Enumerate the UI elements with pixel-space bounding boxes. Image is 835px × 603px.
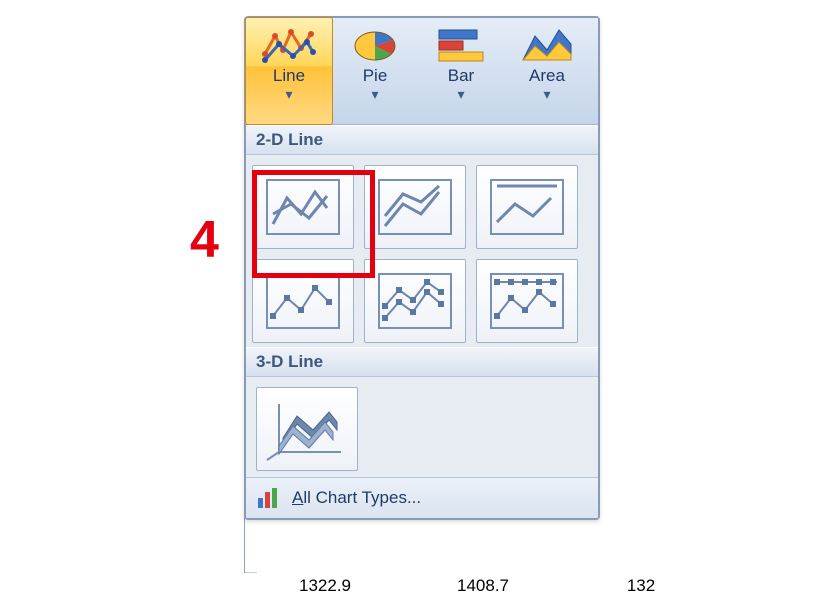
line-chart-icon — [261, 24, 317, 64]
ribbon-label: Line — [273, 66, 305, 86]
dropdown-arrow-icon: ▾ — [457, 86, 464, 103]
ribbon-button-pie[interactable]: Pie ▾ — [332, 18, 418, 124]
section-header-3d-line: 3-D Line — [246, 347, 598, 377]
chart-option-3d-line[interactable] — [256, 387, 358, 471]
ribbon-button-area[interactable]: Area ▾ — [504, 18, 590, 124]
chart-option-stacked-line-markers[interactable] — [364, 259, 466, 343]
chart-option-line-markers[interactable] — [252, 259, 354, 343]
spreadsheet-cells-peek: 1322.9 1408.7 132 — [250, 576, 716, 596]
line-2d-grid — [246, 155, 598, 347]
all-chart-types-label: All Chart Types... — [292, 488, 421, 508]
bar-chart-icon — [433, 24, 489, 64]
area-chart-icon — [519, 24, 575, 64]
ribbon-label: Pie — [363, 66, 388, 86]
ribbon-chart-type-row: Line ▾ Pie ▾ Bar ▾ — [246, 18, 598, 125]
ribbon-button-line[interactable]: Line ▾ — [245, 17, 333, 125]
chart-option-stacked-line[interactable] — [364, 165, 466, 249]
dropdown-arrow-icon: ▾ — [371, 86, 378, 103]
dropdown-arrow-icon: ▾ — [285, 86, 292, 103]
section-header-2d-line: 2-D Line — [246, 125, 598, 155]
ribbon-button-bar[interactable]: Bar ▾ — [418, 18, 504, 124]
ribbon-label: Area — [529, 66, 565, 86]
chart-dropdown-gallery: Line ▾ Pie ▾ Bar ▾ — [244, 16, 600, 520]
chart-option-line[interactable] — [252, 165, 354, 249]
all-chart-types-row[interactable]: All Chart Types... — [246, 477, 598, 518]
annotation-step-number: 4 — [190, 210, 219, 270]
ribbon-label: Bar — [448, 66, 474, 86]
chart-option-100pct-stacked-line[interactable] — [476, 165, 578, 249]
dropdown-arrow-icon: ▾ — [543, 86, 550, 103]
pie-chart-icon — [347, 24, 403, 64]
chart-option-100pct-stacked-line-markers[interactable] — [476, 259, 578, 343]
all-chart-types-icon — [256, 486, 282, 510]
